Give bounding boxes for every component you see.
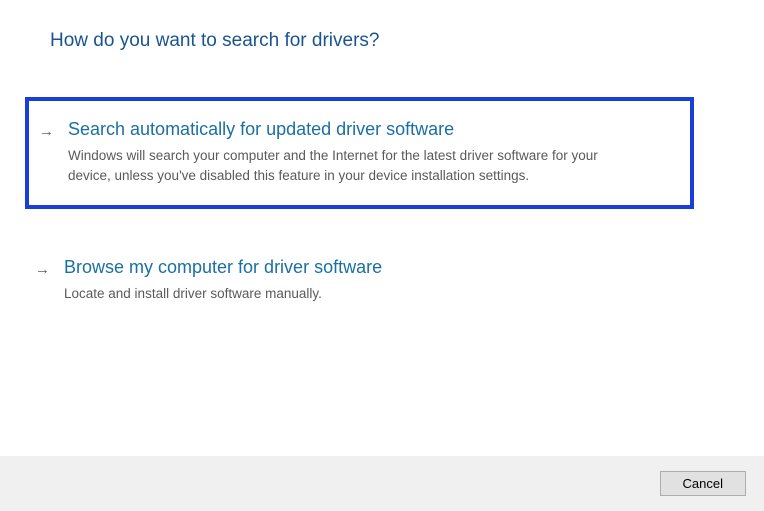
option-search-automatically[interactable]: → Search automatically for updated drive… bbox=[25, 97, 694, 209]
option-description: Windows will search your computer and th… bbox=[68, 146, 628, 185]
option-browse-computer[interactable]: → Browse my computer for driver software… bbox=[25, 239, 694, 324]
option-title: Browse my computer for driver software bbox=[64, 257, 674, 278]
arrow-right-icon: → bbox=[39, 123, 54, 140]
dialog-footer: Cancel bbox=[0, 456, 764, 511]
arrow-right-icon: → bbox=[35, 261, 50, 278]
option-description: Locate and install driver software manua… bbox=[64, 284, 624, 304]
option-title: Search automatically for updated driver … bbox=[68, 119, 670, 140]
cancel-button[interactable]: Cancel bbox=[660, 471, 746, 496]
page-title: How do you want to search for drivers? bbox=[50, 30, 714, 52]
